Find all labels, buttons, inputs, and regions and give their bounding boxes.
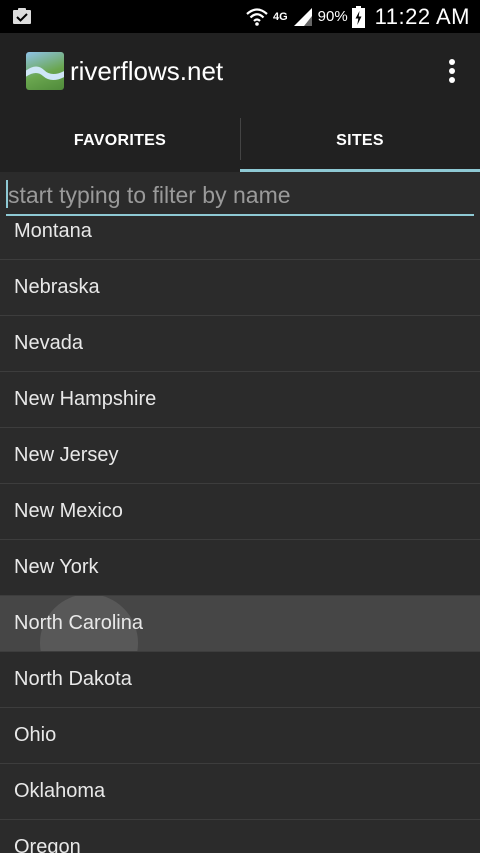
list-item[interactable]: New Mexico	[0, 484, 480, 540]
action-bar: riverflows.net	[0, 33, 480, 110]
list-item-label: New York	[14, 556, 99, 578]
list-item-label: North Dakota	[14, 668, 132, 690]
tab-favorites[interactable]: FAVORITES	[0, 110, 240, 172]
list-item[interactable]: Montana	[0, 222, 480, 260]
list-item[interactable]: Nevada	[0, 316, 480, 372]
list-item[interactable]: New Hampshire	[0, 372, 480, 428]
tab-divider	[240, 118, 241, 160]
filter-bar	[0, 172, 480, 222]
list-item-label: New Hampshire	[14, 388, 157, 410]
list-item-label: Oklahoma	[14, 780, 106, 802]
text-cursor	[6, 180, 8, 208]
river-logo-icon	[26, 66, 64, 80]
list-item[interactable]: New York	[0, 540, 480, 596]
network-type: 4G	[272, 10, 288, 23]
list-item-label: Nebraska	[14, 276, 100, 298]
list-item-label: Nevada	[14, 332, 83, 354]
clipboard-check-icon	[13, 8, 31, 24]
more-vertical-icon[interactable]	[444, 55, 460, 87]
battery-percentage: 90%	[317, 8, 348, 25]
sites-list[interactable]: Montana Nebraska Nevada New Hampshire New Je…	[0, 222, 480, 853]
list-item-label: Ohio	[14, 724, 57, 746]
wifi-icon	[246, 7, 268, 26]
filter-input[interactable]	[6, 176, 474, 216]
cell-signal-icon	[293, 7, 312, 26]
list-item[interactable]: North Dakota	[0, 652, 480, 708]
list-item-label: North Carolina	[14, 612, 143, 634]
list-item[interactable]: North Carolina	[0, 596, 480, 652]
list-item-label: New Jersey	[14, 444, 119, 466]
app-logo	[26, 52, 64, 90]
status-bar: 4G 90% 11:22 AM	[0, 0, 480, 33]
list-item[interactable]: Nebraska	[0, 260, 480, 316]
list-item-label: Montana	[14, 222, 92, 242]
list-item-label: New Mexico	[14, 500, 123, 522]
app-title: riverflows.net	[70, 56, 224, 86]
clock: 11:22 AM	[374, 3, 470, 29]
tab-sites[interactable]: SITES	[240, 110, 480, 172]
list-item-label: Oregon	[14, 836, 81, 853]
battery-charging-icon	[351, 5, 365, 28]
list-item[interactable]: Oklahoma	[0, 764, 480, 820]
list-item[interactable]: Oregon	[0, 820, 480, 853]
list-item[interactable]: Ohio	[0, 708, 480, 764]
list-item[interactable]: New Jersey	[0, 428, 480, 484]
